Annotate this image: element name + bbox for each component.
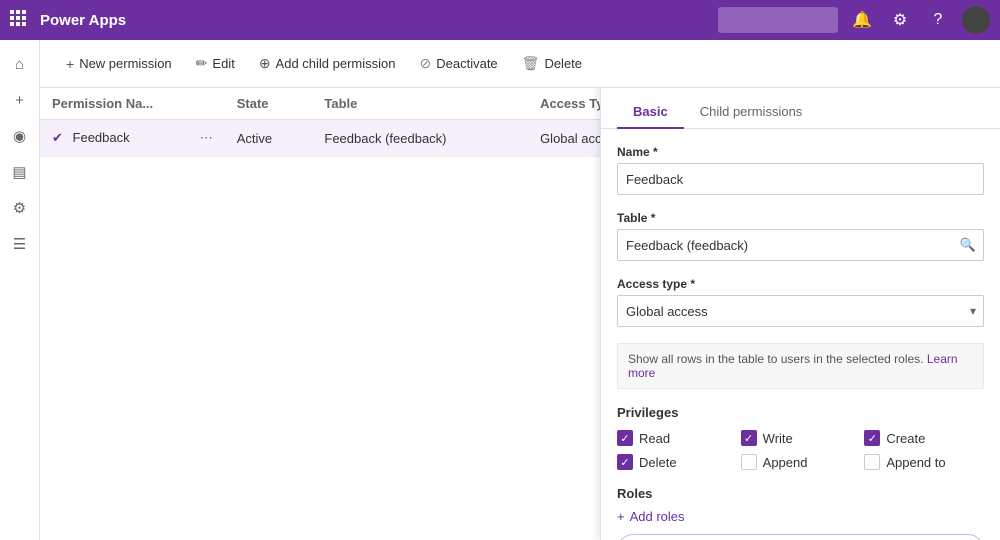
panel-body: Name * Table * 🔍 Access type *	[601, 129, 1000, 540]
deactivate-icon: ⊘	[420, 55, 432, 72]
edit-icon: ✏	[196, 55, 208, 72]
sidebar: ⌂ + ◉ ▤ ⚙ ☰	[0, 40, 40, 540]
name-input[interactable]	[617, 163, 984, 195]
toolbar: + New permission ✏ Edit ⊕ Add child perm…	[40, 40, 1000, 88]
role-administrators: 👥 Administrators ⋯	[617, 534, 984, 540]
plus-icon: +	[66, 56, 74, 72]
panel-header: Feedback ✕ Basic Child permissions	[601, 88, 1000, 129]
roles-group: Roles + Add roles 👥 Administrators ⋯	[617, 486, 984, 540]
delete-icon: 🗑	[522, 55, 540, 72]
col-table: Table	[312, 88, 528, 120]
add-roles-button[interactable]: + Add roles	[617, 509, 685, 524]
roles-title: Roles	[617, 486, 984, 501]
privileges-title: Privileges	[617, 405, 984, 420]
create-checkbox[interactable]	[864, 430, 880, 446]
sidebar-icon-table[interactable]: ▤	[4, 156, 36, 188]
tab-child-permissions[interactable]: Child permissions	[684, 96, 819, 129]
row-state: Active	[225, 120, 313, 157]
table-input[interactable]	[617, 229, 984, 261]
read-checkbox[interactable]	[617, 430, 633, 446]
main-layout: ⌂ + ◉ ▤ ⚙ ☰ + New permission ✏ Edit ⊕ Ad…	[0, 40, 1000, 540]
privilege-append-to: Append to	[864, 454, 984, 470]
write-checkbox[interactable]	[741, 430, 757, 446]
row-table: Feedback (feedback)	[312, 120, 528, 157]
col-state: State	[225, 88, 313, 120]
edit-button[interactable]: ✏ Edit	[186, 50, 245, 77]
privilege-create: Create	[864, 430, 984, 446]
topbar: Power Apps 🔔 ⚙ ?	[0, 0, 1000, 40]
info-box: Show all rows in the table to users in t…	[617, 343, 984, 389]
delete-checkbox[interactable]	[617, 454, 633, 470]
help-icon[interactable]: ?	[924, 6, 952, 34]
sidebar-icon-settings[interactable]: ⚙	[4, 192, 36, 224]
topbar-search[interactable]	[718, 7, 838, 33]
privilege-delete: Delete	[617, 454, 737, 470]
privilege-write: Write	[741, 430, 861, 446]
plus-icon: +	[617, 509, 625, 524]
row-check-icon: ✔	[52, 130, 63, 145]
row-actions-icon[interactable]: ⋯	[200, 130, 213, 146]
delete-button[interactable]: 🗑 Delete	[512, 50, 592, 77]
privileges-grid: Read Write Create	[617, 430, 984, 470]
access-type-select[interactable]: Global access Organization access Busine…	[617, 295, 984, 327]
table-label: Table *	[617, 211, 984, 225]
row-name: ✔ Feedback ⋯	[40, 120, 225, 157]
add-child-icon: ⊕	[259, 55, 271, 72]
settings-icon[interactable]: ⚙	[886, 6, 914, 34]
sidebar-icon-home[interactable]: ⌂	[4, 48, 36, 80]
sidebar-icon-list[interactable]: ☰	[4, 228, 36, 260]
add-child-permission-button[interactable]: ⊕ Add child permission	[249, 50, 406, 77]
user-avatar[interactable]	[962, 6, 990, 34]
notification-icon[interactable]: 🔔	[848, 6, 876, 34]
content-area: + New permission ✏ Edit ⊕ Add child perm…	[40, 40, 1000, 540]
privilege-read: Read	[617, 430, 737, 446]
grid-icon	[10, 10, 26, 31]
panel-tabs: Basic Child permissions	[617, 96, 984, 128]
new-permission-button[interactable]: + New permission	[56, 51, 182, 77]
append-checkbox[interactable]	[741, 454, 757, 470]
col-permission-name: Permission Na...	[40, 88, 225, 120]
search-icon: 🔍	[960, 237, 976, 253]
access-type-select-wrap: Global access Organization access Busine…	[617, 295, 984, 327]
access-type-field-group: Access type * Global access Organization…	[617, 277, 984, 327]
table-search-wrap: 🔍	[617, 229, 984, 261]
privilege-append: Append	[741, 454, 861, 470]
sidebar-icon-apps[interactable]: ◉	[4, 120, 36, 152]
table-field-group: Table * 🔍	[617, 211, 984, 261]
append-to-checkbox[interactable]	[864, 454, 880, 470]
privileges-group: Privileges Read Write	[617, 405, 984, 470]
table-area: Permission Na... State Table Access Type…	[40, 88, 1000, 540]
tab-basic[interactable]: Basic	[617, 96, 684, 129]
sidebar-icon-add[interactable]: +	[4, 84, 36, 116]
app-title: Power Apps	[40, 12, 126, 29]
name-label: Name *	[617, 145, 984, 159]
detail-panel: Feedback ✕ Basic Child permissions Name …	[600, 88, 1000, 540]
access-type-label: Access type *	[617, 277, 984, 291]
deactivate-button[interactable]: ⊘ Deactivate	[410, 50, 508, 77]
name-field-group: Name *	[617, 145, 984, 195]
